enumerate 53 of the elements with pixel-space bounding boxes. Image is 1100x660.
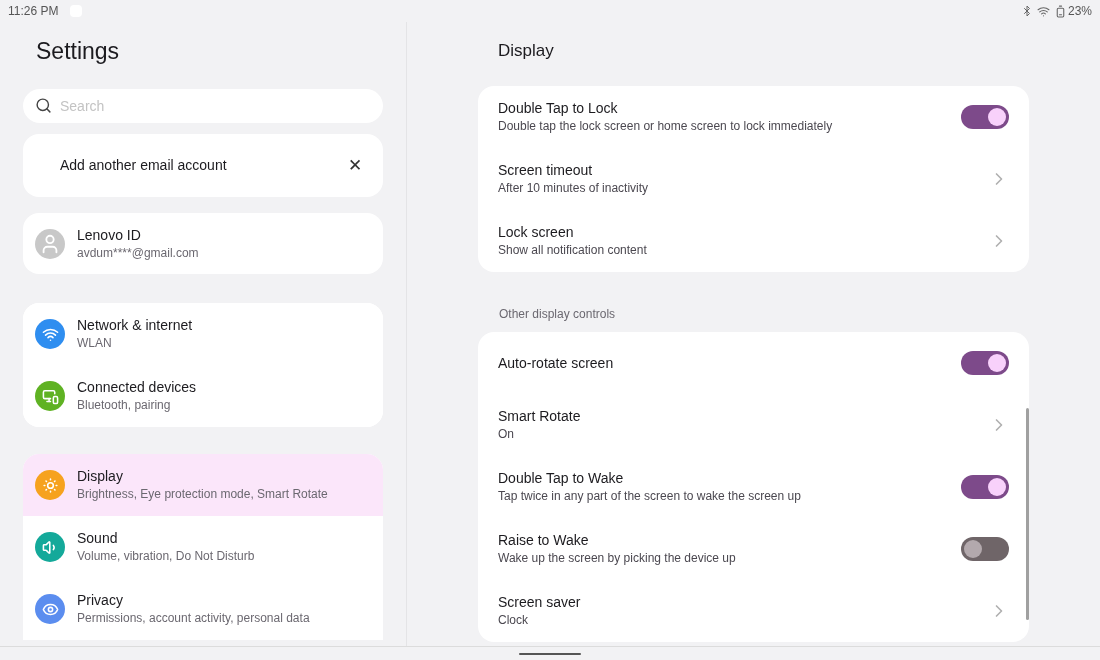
row-title: Raise to Wake <box>498 531 590 550</box>
settings-row[interactable]: Raise to Wake Wake up the screen by picking the device up <box>478 518 1029 580</box>
page-title: Display <box>498 40 555 60</box>
row-subtitle: Tap twice in any part of the screen to wake the screen up <box>498 488 802 505</box>
search-icon <box>35 97 52 114</box>
settings-row[interactable]: Smart Rotate On <box>478 394 1029 456</box>
item-title: Display <box>77 467 124 486</box>
item-title: Connected devices <box>77 378 197 397</box>
toggle-switch[interactable] <box>961 105 1009 129</box>
settings-row[interactable]: Lock screen Show all notification content <box>478 210 1029 272</box>
battery-level: 23% <box>1067 3 1092 20</box>
item-title: Sound <box>77 529 119 548</box>
settings-row[interactable]: Double Tap to Lock Double tap the lock screen or home screen to lock immediately <box>478 86 1029 148</box>
item-subtitle: Permissions, account activity, personal data <box>77 610 310 627</box>
section-heading: Other display controls <box>499 306 617 323</box>
row-subtitle: Show all notification content <box>498 242 648 259</box>
item-subtitle: Brightness, Eye protection mode, Smart Rotate <box>77 486 328 503</box>
settings-menu-item[interactable]: Display Brightness, Eye protection mode, Smart Rotate <box>23 454 383 516</box>
item-subtitle: WLAN <box>77 335 113 352</box>
row-title: Double Tap to Wake <box>498 469 625 488</box>
sidebar-title: Settings <box>36 37 121 66</box>
row-title: Lock screen <box>498 223 575 242</box>
account-email: avdum****@gmail.com <box>77 244 199 262</box>
account-prompt-text: Add another email account <box>60 156 228 175</box>
settings-row[interactable]: Screen saver Clock <box>478 580 1029 642</box>
toggle-switch[interactable] <box>961 351 1009 375</box>
item-title: Network & internet <box>77 316 193 335</box>
settings-row[interactable]: Auto-rotate screen <box>478 332 1029 394</box>
row-subtitle: Clock <box>498 612 529 629</box>
account-name: Lenovo ID <box>77 225 142 245</box>
search-field[interactable]: Search <box>23 89 383 123</box>
item-subtitle: Bluetooth, pairing <box>77 397 172 414</box>
row-title: Smart Rotate <box>498 407 582 426</box>
account-item[interactable]: Lenovo ID avdum****@gmail.com <box>23 213 383 274</box>
status-time: 11:26 PM <box>8 3 59 20</box>
navigation-handle[interactable] <box>519 652 581 655</box>
row-subtitle: Wake up the screen by picking the device up <box>498 550 737 567</box>
row-title: Screen timeout <box>498 161 594 180</box>
row-title: Double Tap to Lock <box>498 99 619 118</box>
wifi-signal-icon <box>1036 4 1050 18</box>
row-subtitle: On <box>498 426 515 443</box>
row-title: Screen saver <box>498 593 582 612</box>
row-subtitle: After 10 minutes of inactivity <box>498 180 650 197</box>
toggle-switch[interactable] <box>961 475 1009 499</box>
item-subtitle: Volume, vibration, Do Not Disturb <box>77 548 255 565</box>
row-subtitle: Double tap the lock screen or home screen to lock immediately <box>498 118 834 135</box>
item-title: Privacy <box>77 591 124 610</box>
row-title: Auto-rotate screen <box>498 353 615 373</box>
settings-row[interactable]: Double Tap to Wake Tap twice in any part of the screen to wake the screen up <box>478 456 1029 518</box>
avatar-icon <box>35 228 65 259</box>
close-button[interactable]: ✕ <box>343 152 367 179</box>
settings-row[interactable]: Screen timeout After 10 minutes of inactivity <box>478 148 1029 210</box>
toggle-switch[interactable] <box>961 537 1009 561</box>
